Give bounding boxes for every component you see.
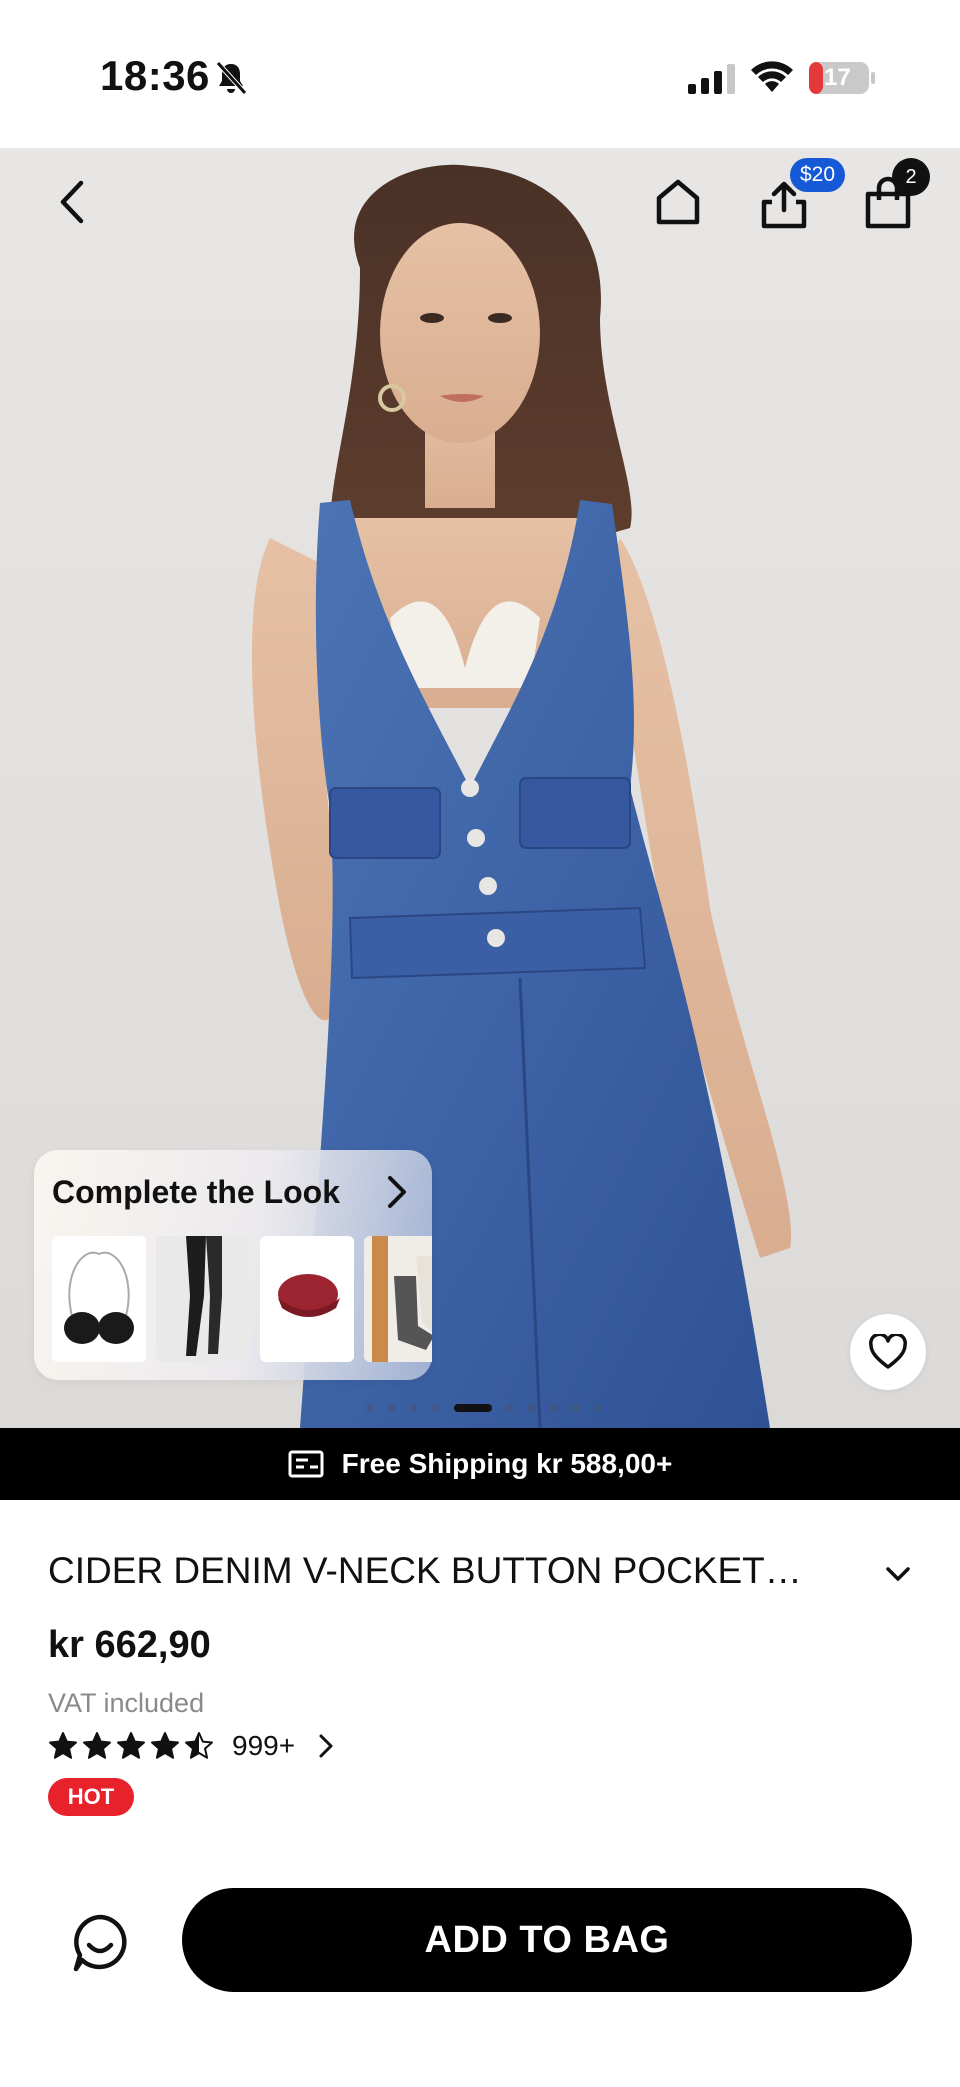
look-item-bra[interactable] (52, 1236, 146, 1362)
bell-slash-icon (216, 61, 247, 95)
pagination-dot (594, 1404, 602, 1412)
gallery-pagination (366, 1404, 602, 1412)
battery-level: 17 (824, 64, 851, 91)
free-shipping-text: Free Shipping kr 588,00+ (341, 1448, 673, 1479)
battery-icon: 17 (808, 60, 876, 96)
look-thumbnails (52, 1236, 432, 1362)
pagination-dot (410, 1404, 418, 1412)
pagination-dot-active (454, 1404, 492, 1412)
product-price: kr 662,90 (48, 1624, 211, 1666)
pagination-dot (528, 1404, 536, 1412)
chevron-down-icon[interactable] (880, 1556, 916, 1592)
status-bar: 18:36 17 (0, 0, 960, 148)
complete-the-look-card[interactable]: Complete the Look (34, 1150, 432, 1380)
star-half-icon (185, 1732, 213, 1759)
hot-badge: HOT (48, 1778, 134, 1816)
pagination-dot (506, 1404, 514, 1412)
add-to-bag-button[interactable]: ADD TO BAG (182, 1888, 912, 1992)
complete-the-look-title: Complete the Look (52, 1174, 341, 1210)
pagination-dot (432, 1404, 440, 1412)
look-item-beret[interactable] (260, 1236, 354, 1362)
bag-count-badge: 2 (892, 158, 930, 196)
chat-icon[interactable] (68, 1908, 132, 1978)
product-title: CIDER DENIM V-NECK BUTTON POCKET… (48, 1550, 802, 1591)
star-full-icon (49, 1732, 77, 1759)
chevron-right-icon[interactable] (382, 1172, 412, 1212)
heart-icon (869, 1334, 907, 1369)
wishlist-button[interactable] (850, 1314, 926, 1390)
rating-stars (48, 1731, 214, 1761)
product-image-gallery[interactable]: $20 2 Complete the Look (0, 148, 960, 1428)
look-item-socks[interactable] (364, 1236, 432, 1362)
home-button[interactable] (650, 172, 706, 232)
rating-row[interactable]: 999+ (48, 1730, 337, 1762)
socks-thumbnail (364, 1236, 432, 1362)
status-time: 18:36 (100, 52, 210, 99)
beret-thumbnail (260, 1236, 354, 1362)
bra-thumbnail (52, 1236, 146, 1362)
back-button[interactable] (46, 172, 98, 232)
wifi-icon (751, 61, 793, 92)
pagination-dot (388, 1404, 396, 1412)
star-full-icon (151, 1732, 179, 1759)
share-reward-badge: $20 (790, 158, 846, 192)
rating-count: 999+ (232, 1730, 296, 1761)
pagination-dot (572, 1404, 580, 1412)
pagination-dot (550, 1404, 558, 1412)
home-icon (656, 179, 700, 225)
look-item-tights[interactable] (156, 1236, 250, 1362)
star-full-icon (83, 1732, 111, 1759)
tights-thumbnail (156, 1236, 250, 1362)
free-shipping-banner[interactable]: Free Shipping kr 588,00+ (0, 1428, 960, 1500)
back-icon (60, 180, 84, 224)
signal-icon (688, 64, 735, 94)
star-full-icon (117, 1732, 145, 1759)
vat-note: VAT included (48, 1688, 205, 1718)
pagination-dot (366, 1404, 374, 1412)
chevron-right-icon (319, 1734, 333, 1758)
shipping-icon (288, 1450, 324, 1478)
